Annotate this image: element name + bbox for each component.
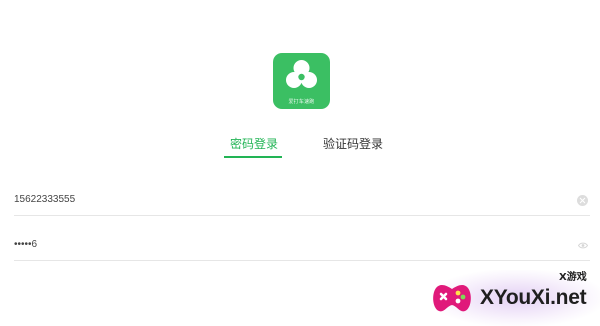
three-circles-logo-icon <box>286 60 317 88</box>
watermark: X游戏 XYouXi.net <box>422 262 600 326</box>
eye-icon[interactable] <box>578 242 588 249</box>
active-tab-indicator <box>224 156 282 158</box>
logo-caption: 爱打车速跑 <box>288 99 315 105</box>
watermark-brand-en: XYouXi.net <box>480 286 587 309</box>
watermark-brand-cn: X游戏 <box>559 272 587 283</box>
tab-sms-code-login[interactable]: 验证码登录 <box>323 136 383 152</box>
gamepad-icon <box>433 285 471 312</box>
password-input[interactable]: •••••6 <box>14 239 37 251</box>
phone-input[interactable]: 15622333555 <box>14 194 75 206</box>
app-logo: 爱打车速跑 <box>273 53 330 109</box>
phone-field[interactable]: 15622333555 <box>14 186 590 216</box>
password-field[interactable]: •••••6 <box>14 231 590 261</box>
tab-password-login[interactable]: 密码登录 <box>230 136 278 152</box>
login-page: 爱打车速跑 密码登录 验证码登录 15622333555 •••••6 X游戏 … <box>0 0 600 326</box>
clear-icon[interactable] <box>577 195 588 206</box>
